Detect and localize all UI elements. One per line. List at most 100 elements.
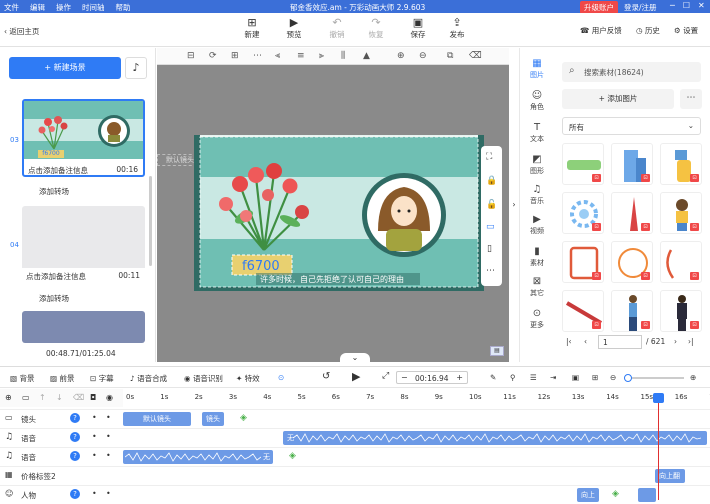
save-button[interactable]: ▣ 保存 xyxy=(403,17,433,40)
dot-icon[interactable]: • xyxy=(106,489,111,498)
publish-button[interactable]: ⇪ 发布 xyxy=(442,17,472,40)
asset-girl[interactable]: ⊡ xyxy=(660,192,702,234)
music-button[interactable]: ♪ xyxy=(125,57,147,79)
clip-flip-up[interactable]: 向上翻 xyxy=(655,469,685,483)
rail-character[interactable]: ☺ 角色 xyxy=(520,90,554,112)
trash-icon[interactable]: ⌫ xyxy=(73,393,84,402)
asset-building[interactable]: ⊡ xyxy=(611,143,653,185)
dot-icon[interactable]: • xyxy=(92,432,97,441)
minimize-icon[interactable]: ─ xyxy=(670,1,675,10)
zoom-out-icon[interactable]: ⊖ xyxy=(610,373,616,382)
distribute-icon[interactable]: ⫼ xyxy=(341,51,345,61)
playhead[interactable] xyxy=(658,393,659,500)
grid-icon[interactable]: ⊞ xyxy=(231,51,239,61)
unlock-icon[interactable]: 🔓 xyxy=(486,200,497,210)
rail-more[interactable]: ⊙ 更多 xyxy=(520,308,554,330)
add-keyframe-icon[interactable]: ◈ xyxy=(612,489,619,499)
delete-icon[interactable]: ⌫ xyxy=(469,51,482,61)
replay-icon[interactable]: ↺ xyxy=(322,371,330,382)
maximize-icon[interactable]: ☐ xyxy=(683,1,690,10)
asset-spray-bottle[interactable]: ⊡ xyxy=(660,143,702,185)
fit-timeline-icon[interactable]: ⊞ xyxy=(592,373,598,382)
folder-icon[interactable]: ▭ xyxy=(22,393,30,402)
add-transition[interactable]: 添加转场 xyxy=(39,186,69,197)
history-button[interactable]: ◷ 历史 xyxy=(636,25,660,36)
eye-icon[interactable]: ◉ xyxy=(106,393,113,402)
minus-icon[interactable]: − xyxy=(401,373,408,382)
add-image-button[interactable]: + 添加图片 xyxy=(562,89,674,109)
asset-green-bar[interactable]: ⊡ xyxy=(562,143,604,185)
login-button[interactable]: 登录/注册 xyxy=(624,2,657,13)
help-icon[interactable]: ? xyxy=(70,451,80,461)
align-center-icon[interactable]: ≡ xyxy=(297,51,305,61)
group-icon[interactable]: ▣ xyxy=(572,373,579,382)
align-right-icon[interactable]: ⫸ xyxy=(319,51,324,61)
dot-icon[interactable]: • xyxy=(92,413,97,422)
track-character[interactable]: ☺ 人物 ? • • 向上 ◈ xyxy=(0,485,710,504)
close-icon[interactable]: ✕ xyxy=(698,1,705,10)
zoom-in-icon[interactable]: ⊕ xyxy=(397,51,405,61)
asset-red-arc[interactable]: ⊡ xyxy=(660,241,702,283)
new-button[interactable]: ⊞ 新建 xyxy=(237,17,267,40)
menu-timeline[interactable]: 时间轴 xyxy=(82,2,105,13)
scene-card[interactable]: 点击添加备注信息 00:11 xyxy=(22,206,145,284)
track-voice-1[interactable]: ♫ 语音 ? • • 无 xyxy=(0,428,710,447)
align-left-icon[interactable]: ⫷ xyxy=(275,51,280,61)
collapse-right-icon[interactable]: › xyxy=(509,195,519,215)
asset-man-standing[interactable]: ⊡ xyxy=(611,290,653,332)
price-tag-text[interactable]: f6700 xyxy=(242,259,280,274)
track-camera[interactable]: ▭ 镜头 ? • • 默认镜头 镜头 ◈ xyxy=(0,409,710,428)
add-keyframe-icon[interactable]: ◈ xyxy=(289,451,296,461)
time-ruler[interactable]: 0s 1s 2s 3s 4s 5s 6s 7s 8s 9s 10s 11s 12s 13s 14s 15s 16… xyxy=(123,389,710,407)
clip-voice[interactable]: 无 xyxy=(283,431,707,445)
time-stepper[interactable]: − 00:16.94 + xyxy=(396,371,468,384)
tts-button[interactable]: ♪ 语音合成 xyxy=(130,373,167,384)
fit-icon[interactable]: ⛶ xyxy=(486,152,492,162)
more-icon[interactable]: ⊙ xyxy=(278,373,284,382)
layer-up-icon[interactable]: ▲ xyxy=(363,51,370,61)
asset-businessman[interactable]: ⊡ xyxy=(660,290,702,332)
help-icon[interactable]: ? xyxy=(70,489,80,499)
new-scene-button[interactable]: + 新建场景 xyxy=(9,57,121,79)
asset-search-input[interactable]: ⌕ 搜索素材(18624) xyxy=(562,62,701,82)
asset-red-frame[interactable]: ⊡ xyxy=(562,241,604,283)
rail-image[interactable]: ▦ 图片 xyxy=(520,58,554,80)
scene-card-active[interactable]: f6700 点击添加备注信息 00:16 xyxy=(22,99,145,177)
scene-card[interactable] xyxy=(22,311,145,343)
scene-note[interactable]: 点击添加备注信息 xyxy=(26,271,86,282)
feedback-button[interactable]: ☎ 用户反馈 xyxy=(580,25,622,36)
fullscreen-icon[interactable]: ⤢ xyxy=(382,371,389,381)
scene-note[interactable]: 点击添加备注信息 xyxy=(28,165,88,176)
help-icon[interactable]: ? xyxy=(70,413,80,423)
asset-orange-circle[interactable]: ⊡ xyxy=(611,241,653,283)
more-options-button[interactable]: ⋯ xyxy=(680,89,702,109)
add-transition[interactable]: 添加转场 xyxy=(39,293,69,304)
settings-button[interactable]: ⚙ 设置 xyxy=(674,25,698,36)
move-up-icon[interactable]: ↑ xyxy=(39,393,46,402)
background-button[interactable]: ▧ 背景 xyxy=(10,373,34,384)
effects-button[interactable]: ✦ 特效 xyxy=(236,373,260,384)
copy-icon[interactable]: ⧉ xyxy=(447,51,453,61)
align-icon[interactable]: ⊟ xyxy=(187,51,195,61)
screen-icon[interactable]: ▭ xyxy=(486,222,495,232)
dot-icon[interactable]: • xyxy=(92,451,97,460)
play-icon[interactable]: ▶ xyxy=(352,370,360,383)
stage[interactable]: f6700 许多时候，自己先拒绝了认可自己的理由 xyxy=(194,135,484,291)
prev-page-icon[interactable]: ‹ xyxy=(584,337,587,346)
move-down-icon[interactable]: ↓ xyxy=(56,393,63,402)
filter-icon[interactable]: ⚲ xyxy=(510,373,516,382)
clip-camera[interactable]: 镜头 xyxy=(202,412,224,426)
first-page-icon[interactable]: |‹ xyxy=(566,337,572,346)
back-home-button[interactable]: ‹ 返回主页 xyxy=(4,26,39,37)
next-page-icon[interactable]: › xyxy=(674,337,677,346)
menu-operate[interactable]: 操作 xyxy=(56,2,71,13)
playhead-handle[interactable] xyxy=(653,393,664,403)
zoom-out-icon[interactable]: ⊖ xyxy=(419,51,427,61)
thumbnail-toggle-icon[interactable]: ▤ xyxy=(490,346,504,356)
zoom-in-icon[interactable]: ⊕ xyxy=(690,373,696,382)
redo-button[interactable]: ↷ 恢复 xyxy=(361,17,391,40)
track-voice-2[interactable]: ♫ 语音 ? • • 无 ◈ xyxy=(0,447,710,466)
zoom-slider-handle[interactable] xyxy=(624,374,632,382)
dot-icon[interactable]: • xyxy=(106,413,111,422)
lock-icon[interactable]: ◘ xyxy=(90,393,96,402)
